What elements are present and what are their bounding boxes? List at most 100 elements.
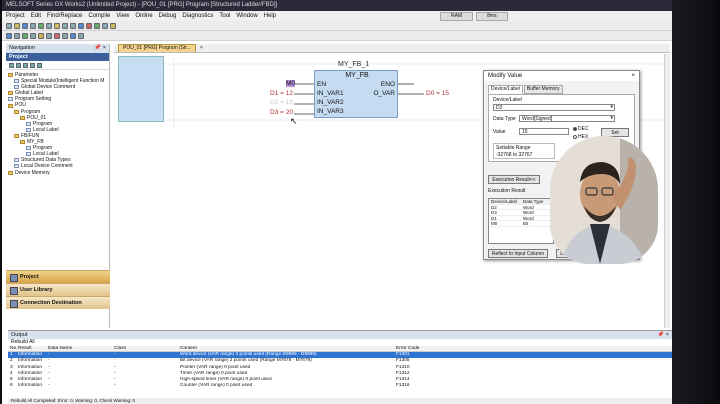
- menu-edit[interactable]: Edit: [31, 13, 41, 19]
- nav-button-connection-destination[interactable]: Connection Destination: [6, 296, 110, 309]
- document-icon: [14, 164, 19, 169]
- delete-line-icon[interactable]: [54, 32, 60, 39]
- zoom-icon[interactable]: [70, 32, 76, 39]
- nav-button-project[interactable]: Project: [6, 270, 110, 283]
- window-title: MELSOFT Series GX Works2 (Unlimited Proj…: [2, 0, 672, 11]
- expand-icon[interactable]: [9, 62, 14, 68]
- input-m0[interactable]: M0: [286, 80, 296, 87]
- simulation-icon[interactable]: [110, 22, 116, 29]
- line-icon[interactable]: [46, 32, 52, 39]
- pin-icon[interactable]: 📌 ×: [657, 331, 669, 339]
- comment-icon[interactable]: [62, 32, 68, 39]
- collapse-icon[interactable]: [16, 62, 21, 68]
- fb-instance-name: MY_FB_1: [338, 61, 370, 68]
- value-input[interactable]: 15: [519, 128, 569, 135]
- document-icon: [14, 85, 19, 90]
- header-class: Class: [114, 346, 126, 351]
- editor-vertical-scrollbar[interactable]: [664, 54, 670, 328]
- document-icon: [26, 146, 31, 151]
- contact-icon[interactable]: [22, 32, 28, 39]
- input-d3[interactable]: D3 = 20: [270, 109, 293, 116]
- table-row[interactable]: M0 Bit: [489, 221, 553, 227]
- read-plc-icon[interactable]: [94, 22, 100, 29]
- row-type: Word: [523, 204, 534, 210]
- pin-in-var3: IN_VAR3: [317, 108, 344, 115]
- data-type-select[interactable]: Word[Signed]: [519, 115, 615, 122]
- folder-icon: [14, 133, 19, 138]
- header-data-name: Data Name: [48, 346, 73, 351]
- radix-dec-radio[interactable]: DEC: [573, 126, 589, 132]
- nav-button-user-library[interactable]: User Library: [6, 283, 110, 296]
- gx-works2-window: MELSOFT Series GX Works2 (Unlimited Proj…: [2, 0, 672, 404]
- dialog-title-bar: Modify Value ×: [484, 71, 639, 81]
- menu-window[interactable]: Window: [236, 13, 257, 19]
- dialog-tabs: Device/Label Buffer Memory: [488, 85, 635, 94]
- new-icon[interactable]: [6, 22, 12, 29]
- pin-in-var1: IN_VAR1: [317, 90, 344, 97]
- document-icon: [26, 121, 31, 126]
- refresh-icon[interactable]: [23, 62, 28, 68]
- print-icon[interactable]: [30, 22, 36, 29]
- coil-icon[interactable]: [30, 32, 36, 39]
- cell-error-code: F1316: [396, 383, 410, 389]
- write-plc-icon[interactable]: [86, 22, 92, 29]
- settable-range-value: -32768 to 32767: [496, 152, 533, 158]
- navigation-buttons: Project User Library Connection Destinat…: [6, 270, 110, 309]
- copy-icon[interactable]: [46, 22, 52, 29]
- settable-range-caption: Settable Range: [496, 145, 531, 151]
- document-icon: [26, 127, 31, 132]
- input-d1[interactable]: D1 = 12: [270, 90, 293, 97]
- close-icon[interactable]: ×: [631, 71, 635, 81]
- redo-icon[interactable]: [70, 22, 76, 29]
- menu-compile[interactable]: Compile: [88, 13, 110, 19]
- device-label-field[interactable]: D2: [493, 104, 615, 111]
- menu-debug[interactable]: Debug: [159, 13, 177, 19]
- screen-edge: [672, 0, 720, 404]
- function-block[interactable]: MY_FB EN IN_VAR1 IN_VAR2 IN_VAR3 ENO O_V…: [314, 70, 398, 118]
- tab-buffer-memory[interactable]: Buffer Memory: [523, 85, 563, 94]
- label-icon[interactable]: [78, 32, 84, 39]
- menu-find-replace[interactable]: Find/Replace: [47, 13, 82, 19]
- save-icon[interactable]: [22, 22, 28, 29]
- open-icon[interactable]: [14, 22, 20, 29]
- presenter-photo: [550, 136, 658, 264]
- folder-icon: [8, 91, 13, 96]
- tree-item[interactable]: Device Memory: [6, 170, 109, 176]
- pin-icon[interactable]: 📌 ×: [94, 44, 106, 53]
- reflect-to-input-button[interactable]: Reflect to Input Column: [488, 249, 548, 258]
- table-row[interactable]: 6 Information - - Counter (VAR range) 0 poin…: [8, 383, 672, 389]
- scan-time-indicator: 8ms: [476, 12, 508, 21]
- output-subtitle: Rebuild All: [11, 339, 35, 345]
- filter-icon[interactable]: [30, 62, 35, 68]
- menu-view[interactable]: View: [116, 13, 129, 19]
- menu-help[interactable]: Help: [264, 13, 276, 19]
- output-status: Rebuild All Completed: Error: 0, Warning…: [8, 398, 672, 404]
- row-device: D3: [491, 210, 497, 215]
- rebuild-icon[interactable]: [14, 32, 20, 39]
- undo-icon[interactable]: [62, 22, 68, 29]
- cell-no: 6: [10, 383, 13, 389]
- output-d0[interactable]: D0 = 15: [426, 90, 449, 97]
- menu-tool[interactable]: Tool: [219, 13, 230, 19]
- menu-online[interactable]: Online: [135, 13, 152, 19]
- paste-icon[interactable]: [54, 22, 60, 29]
- device-label-caption: Device/Label: [493, 97, 522, 103]
- properties-icon[interactable]: [37, 62, 42, 68]
- cut-icon[interactable]: [38, 22, 44, 29]
- compile-icon[interactable]: [6, 32, 12, 39]
- row-type: Bit: [523, 221, 529, 226]
- find-icon[interactable]: [78, 22, 84, 29]
- execution-result-button[interactable]: Execution Result<<: [488, 175, 540, 184]
- navigation-toolbar: [6, 61, 109, 70]
- radio-hex-icon: [573, 134, 577, 139]
- project-tree: Parameter Special Module(Intelligent Func…: [6, 70, 109, 176]
- output-table: No. Result Data Name Class Content Error…: [8, 346, 672, 389]
- menu-diagnostics[interactable]: Diagnostics: [182, 13, 213, 19]
- tab-device-label[interactable]: Device/Label: [488, 85, 523, 94]
- function-block-icon[interactable]: [38, 32, 44, 39]
- input-d2[interactable]: D2 = 15: [270, 99, 293, 106]
- menu-project[interactable]: Project: [6, 13, 25, 19]
- monitor-icon[interactable]: [102, 22, 108, 29]
- execution-result-caption: Execution Result: [488, 188, 526, 194]
- folder-icon: [14, 109, 19, 114]
